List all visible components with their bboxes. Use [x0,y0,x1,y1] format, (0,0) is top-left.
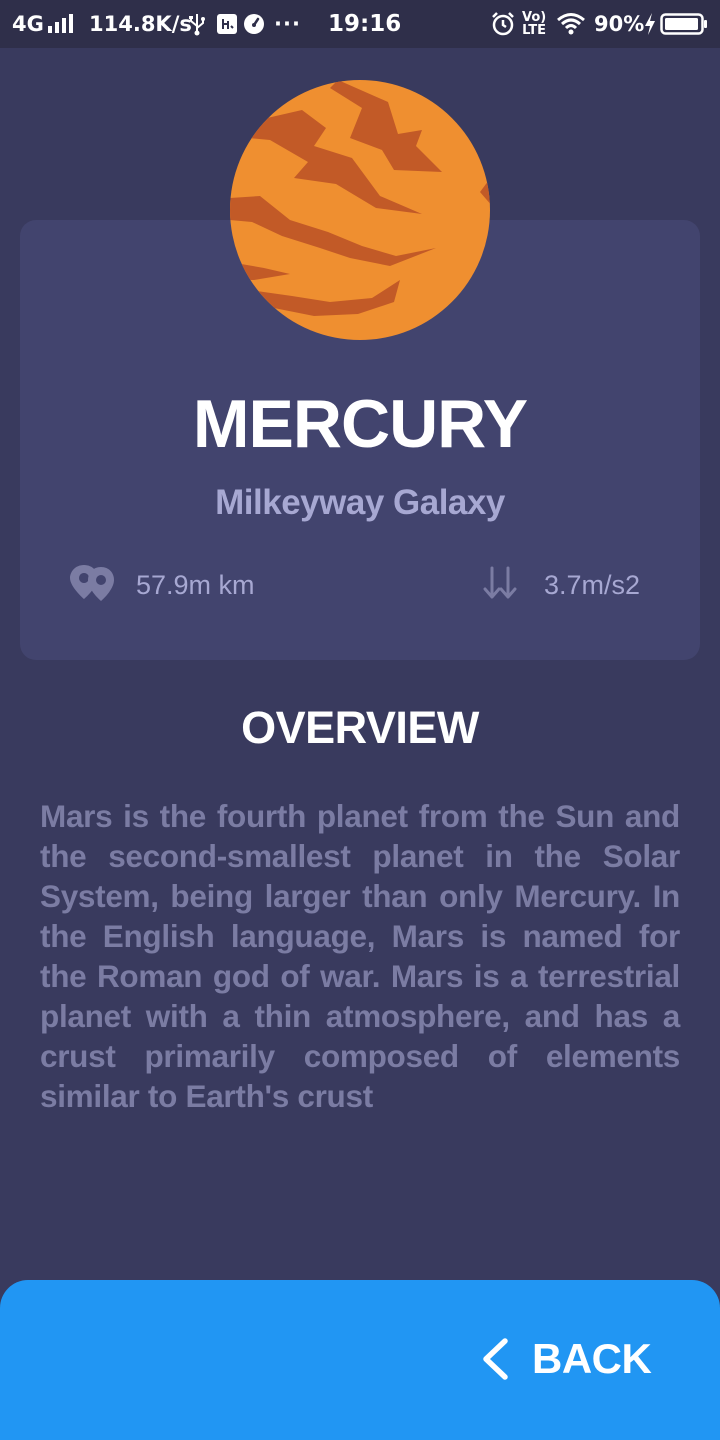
overview-text: Mars is the fourth planet from the Sun a… [40,798,680,1114]
usb-debug-icon [216,0,238,48]
more-notifications-icon: ··· [274,12,301,36]
planet-name: MERCURY [192,386,528,462]
gauge-icon [243,0,265,48]
network-speed: 114.8K/s [89,12,192,36]
distance-value: 57.9m km [136,569,255,600]
clock: 19:16 [328,11,402,37]
status-bar: 4G 114.8K/s ··· 19:16 Vo) LTE 90% [0,0,720,48]
overview-title: OVERVIEW [241,702,479,753]
battery-percent: 90% [594,12,645,36]
chevron-left-icon[interactable] [480,1338,510,1380]
gravity-stat: 3.7m/s2 [482,562,640,608]
galaxy-name: Milkeyway Galaxy [215,483,505,522]
planet-image [230,80,490,340]
distance-stat: 57.9m km [68,562,255,608]
location-pins-icon [68,563,118,608]
usb-icon [188,0,206,48]
charging-icon [643,0,657,48]
volte-icon: Vo) LTE [522,0,546,48]
wifi-icon [556,0,586,48]
network-type: 4G [12,12,44,36]
battery-icon [660,0,708,48]
volte-bottom-label: LTE [522,23,547,38]
signal-icon [48,0,76,48]
alarm-icon [490,0,516,48]
arrows-up-down-icon [482,565,518,606]
gravity-value: 3.7m/s2 [544,569,641,600]
back-label[interactable]: BACK [532,1334,652,1384]
